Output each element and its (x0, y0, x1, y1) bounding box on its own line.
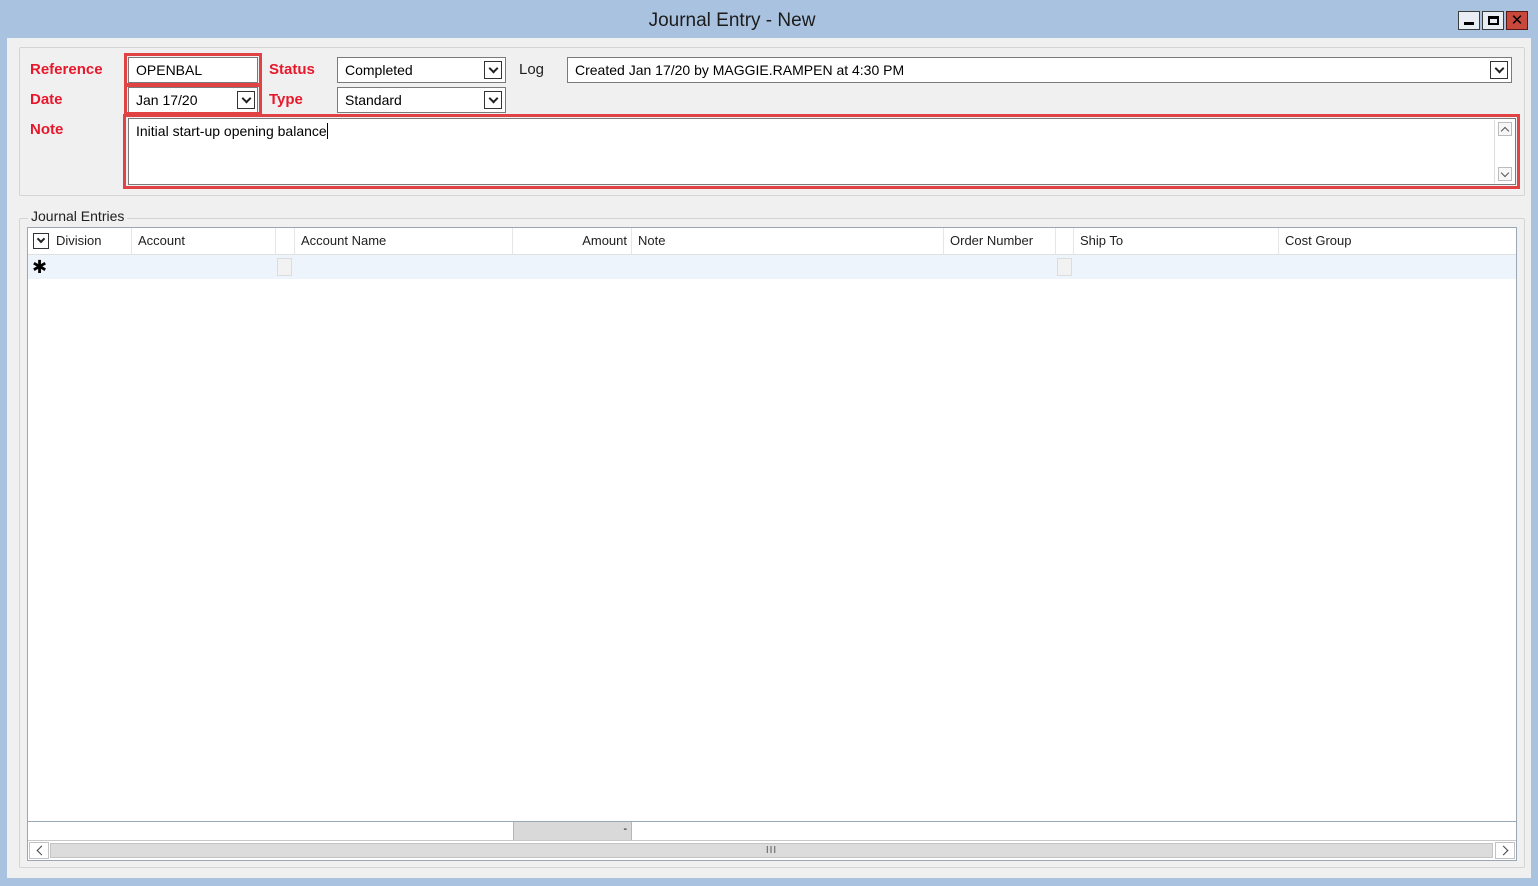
order-lookup-button[interactable] (1057, 258, 1072, 276)
reference-label: Reference (30, 61, 103, 78)
log-select[interactable]: Created Jan 17/20 by MAGGIE.RAMPEN at 4:… (567, 57, 1512, 83)
log-label: Log (519, 61, 545, 78)
type-dropdown-button[interactable] (484, 91, 502, 109)
chevron-down-icon (488, 93, 498, 103)
chevron-down-icon (1500, 168, 1510, 177)
column-account[interactable]: Account (132, 228, 276, 254)
journal-entries-title: Journal Entries (28, 208, 128, 224)
note-text: Initial start-up opening balance (136, 123, 327, 139)
scroll-left-button[interactable] (29, 842, 49, 859)
scroll-thumb[interactable]: III (50, 843, 1493, 858)
account-lookup-button[interactable] (277, 258, 292, 276)
window-title: Journal Entry - New (648, 10, 816, 31)
scroll-grip-icon: III (765, 845, 778, 856)
note-scrollbar[interactable] (1494, 120, 1514, 183)
date-picker[interactable]: Jan 17/20 (128, 87, 258, 113)
status-label: Status (269, 61, 315, 78)
column-cost-group[interactable]: Cost Group (1279, 228, 1516, 254)
chevron-down-icon (36, 234, 46, 244)
column-account-name[interactable]: Account Name (295, 228, 513, 254)
column-chooser-button[interactable] (33, 233, 49, 249)
scroll-down-button[interactable] (1498, 167, 1512, 181)
column-ship-to[interactable]: Ship To (1074, 228, 1279, 254)
date-dropdown-button[interactable] (237, 91, 255, 109)
type-label: Type (269, 91, 303, 108)
close-icon: ✕ (1510, 12, 1524, 29)
type-select[interactable]: Standard (337, 87, 506, 113)
amount-total: - (513, 822, 632, 840)
journal-entries-grid[interactable]: Division Account Account Name Amount Not… (27, 227, 1517, 861)
grid-horizontal-scrollbar[interactable]: III (28, 840, 1516, 860)
scroll-right-button[interactable] (1495, 842, 1515, 859)
column-order-number[interactable]: Order Number (944, 228, 1056, 254)
minimize-icon (1464, 22, 1474, 25)
grid-new-row[interactable]: ✱ (28, 255, 1516, 279)
grid-header: Division Account Account Name Amount Not… (28, 228, 1516, 255)
window-client: Reference OPENBAL Date Jan 17/20 Status … (7, 38, 1531, 878)
column-order-lookup[interactable] (1056, 228, 1074, 254)
close-button[interactable]: ✕ (1506, 11, 1528, 30)
window-titlebar[interactable]: Journal Entry - New ✕ (0, 0, 1538, 38)
log-dropdown-button[interactable] (1490, 61, 1508, 79)
column-amount[interactable]: Amount (513, 228, 632, 254)
chevron-down-icon (1494, 63, 1504, 73)
chevron-down-icon (488, 63, 498, 73)
column-account-lookup[interactable] (276, 228, 295, 254)
maximize-icon (1487, 16, 1499, 25)
log-value: Created Jan 17/20 by MAGGIE.RAMPEN at 4:… (575, 62, 905, 78)
status-value: Completed (345, 62, 413, 78)
type-value: Standard (345, 92, 402, 108)
maximize-button[interactable] (1482, 11, 1504, 30)
column-note[interactable]: Note (632, 228, 944, 254)
chevron-left-icon (36, 845, 46, 856)
chevron-right-icon (1498, 845, 1508, 856)
note-textarea[interactable]: Initial start-up opening balance (128, 118, 1516, 185)
scroll-up-button[interactable] (1498, 122, 1512, 136)
text-caret (326, 123, 328, 139)
new-row-marker-icon: ✱ (32, 257, 48, 277)
status-dropdown-button[interactable] (484, 61, 502, 79)
date-value: Jan 17/20 (136, 92, 198, 108)
note-label: Note (30, 121, 64, 138)
grid-summary-row: - (28, 821, 1516, 840)
minimize-button[interactable] (1458, 11, 1480, 30)
date-label: Date (30, 91, 63, 108)
column-division[interactable]: Division (50, 228, 132, 254)
chevron-up-icon (1500, 126, 1510, 135)
status-select[interactable]: Completed (337, 57, 506, 83)
chevron-down-icon (241, 93, 251, 103)
reference-input[interactable]: OPENBAL (128, 57, 258, 83)
